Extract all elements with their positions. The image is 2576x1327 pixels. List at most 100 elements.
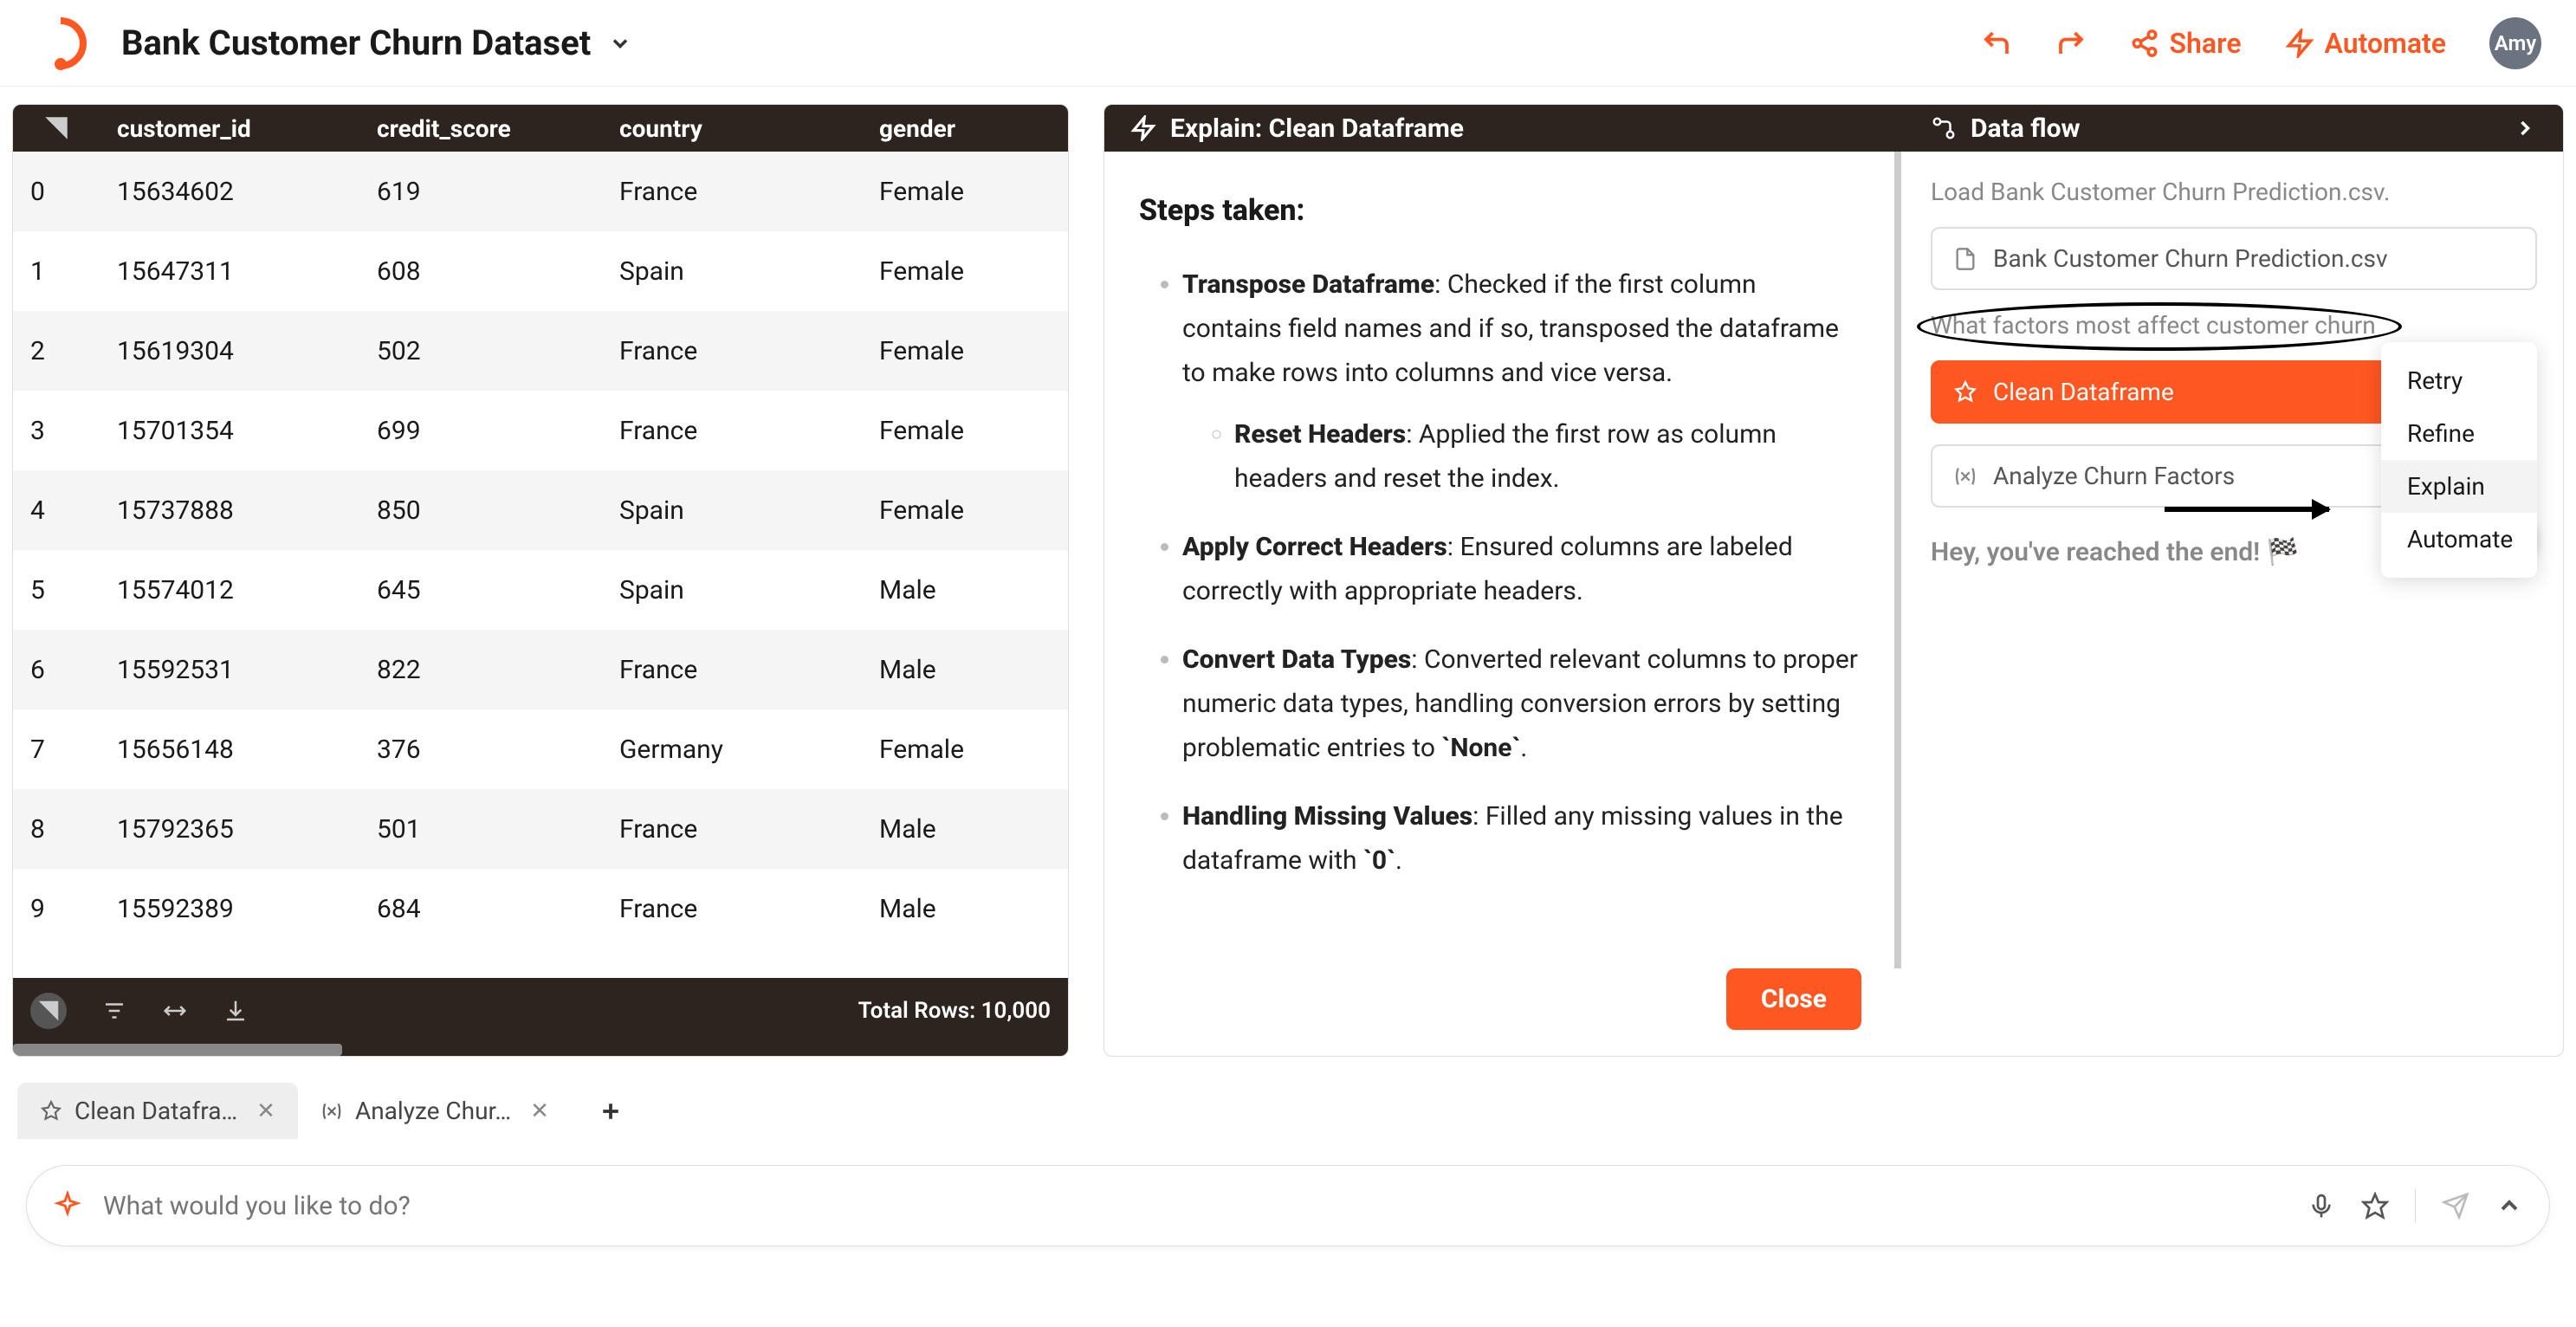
close-button[interactable]: Close [1726, 968, 1861, 1030]
share-button[interactable]: Share [2130, 27, 2242, 60]
col-customer-id[interactable]: customer_id [100, 114, 359, 143]
redo-button[interactable] [2055, 28, 2087, 59]
table-row[interactable]: 0 15634602 619 France Female [13, 152, 1068, 231]
row-index: 9 [13, 894, 100, 924]
tab-clean-dataframe[interactable]: Clean Datafra… ✕ [17, 1083, 298, 1139]
step-item: Handling Missing Values: Filled any miss… [1182, 794, 1860, 883]
tab-label: Clean Datafra… [74, 1097, 237, 1125]
col-gender[interactable]: gender [862, 114, 1068, 143]
tab-bar: Clean Datafra… ✕ Analyze Chur… ✕ [0, 1074, 2576, 1148]
table-body: 0 15634602 619 France Female1 15647311 6… [13, 152, 1068, 978]
context-menu: Retry Refine Explain Automate [2381, 342, 2537, 578]
table-row[interactable]: 2 15619304 502 France Female [13, 311, 1068, 391]
data-table-panel: customer_id credit_score country gender … [12, 104, 1069, 1057]
cell-gender: Male [862, 575, 1068, 605]
app-logo[interactable] [24, 6, 98, 80]
table-row[interactable]: 9 15592389 684 France Male [13, 869, 1068, 948]
variable-icon [1953, 464, 1977, 489]
document-title[interactable]: Bank Customer Churn Dataset [121, 23, 632, 63]
col-country[interactable]: country [602, 114, 862, 143]
table-row[interactable]: 7 15656148 376 Germany Female [13, 709, 1068, 789]
share-label: Share [2170, 27, 2242, 60]
resize-icon[interactable] [162, 998, 188, 1024]
flow-file-chip[interactable]: Bank Customer Churn Prediction.csv [1931, 227, 2537, 290]
annotation-ellipse [1917, 302, 2402, 351]
divider [2415, 1188, 2416, 1223]
cell-gender: Male [862, 655, 1068, 685]
star-icon[interactable] [2361, 1192, 2389, 1220]
explain-title: Explain: Clean Dataframe [1170, 113, 1464, 144]
step-item: Apply Correct Headers: Ensured columns a… [1182, 525, 1860, 613]
undo-button[interactable] [1981, 28, 2012, 59]
bolt-icon [2285, 29, 2314, 58]
table-row[interactable]: 8 15792365 501 France Male [13, 789, 1068, 869]
table-row[interactable]: 5 15574012 645 Spain Male [13, 550, 1068, 630]
automate-button[interactable]: Automate [2285, 27, 2446, 60]
cell-credit-score: 684 [359, 894, 602, 924]
chevron-up-icon[interactable] [2495, 1192, 2523, 1220]
row-index: 5 [13, 575, 100, 605]
cell-credit-score: 501 [359, 814, 602, 845]
cell-gender: Female [862, 177, 1068, 207]
horizontal-scrollbar[interactable] [13, 1044, 1068, 1056]
menu-automate[interactable]: Automate [2381, 513, 2537, 566]
cell-credit-score: 645 [359, 575, 602, 605]
step-item: Transpose Dataframe: Checked if the firs… [1182, 262, 1860, 501]
avatar-initials: Amy [2495, 31, 2537, 55]
cell-country: Spain [602, 575, 862, 605]
title-text: Bank Customer Churn Dataset [121, 23, 591, 63]
avatar[interactable]: Amy [2489, 17, 2541, 69]
filter-icon[interactable] [101, 998, 127, 1024]
table-row[interactable]: 6 15592531 822 France Male [13, 630, 1068, 709]
cell-country: France [602, 814, 862, 845]
row-index: 1 [13, 256, 100, 287]
cell-customer-id: 15592531 [100, 655, 359, 685]
flow-clean-label: Clean Dataframe [1993, 378, 2174, 406]
cell-gender: Male [862, 894, 1068, 924]
flow-load-label: Load Bank Customer Churn Prediction.csv. [1931, 178, 2537, 206]
cell-customer-id: 15737888 [100, 495, 359, 526]
cell-country: Spain [602, 495, 862, 526]
cell-country: France [602, 336, 862, 366]
menu-retry[interactable]: Retry [2381, 354, 2537, 407]
step-item: Convert Data Types: Converted relevant c… [1182, 638, 1860, 770]
table-row[interactable]: 1 15647311 608 Spain Female [13, 231, 1068, 311]
table-row[interactable]: 4 15737888 850 Spain Female [13, 470, 1068, 550]
col-credit-score[interactable]: credit_score [359, 114, 602, 143]
cell-credit-score: 608 [359, 256, 602, 287]
cell-customer-id: 15701354 [100, 416, 359, 446]
close-tab-icon[interactable]: ✕ [256, 1098, 275, 1124]
flow-title: Data flow [1971, 113, 2081, 144]
annotation-arrow [2165, 507, 2329, 512]
row-index: 2 [13, 336, 100, 366]
mic-icon[interactable] [2307, 1192, 2335, 1220]
table-footer: Total Rows: 10,000 [13, 978, 1068, 1044]
menu-explain[interactable]: Explain [2381, 460, 2537, 513]
prompt-input[interactable] [103, 1191, 2307, 1221]
table-corner-icon[interactable] [13, 113, 100, 143]
bolt-icon [1130, 115, 1156, 141]
cell-credit-score: 376 [359, 735, 602, 765]
download-icon[interactable] [223, 998, 249, 1024]
cell-country: France [602, 416, 862, 446]
cell-gender: Female [862, 735, 1068, 765]
cell-customer-id: 15619304 [100, 336, 359, 366]
cell-gender: Female [862, 495, 1068, 526]
tab-analyze-churn[interactable]: Analyze Chur… ✕ [298, 1083, 572, 1139]
menu-refine[interactable]: Refine [2381, 407, 2537, 460]
send-icon[interactable] [2442, 1192, 2469, 1220]
cell-customer-id: 15647311 [100, 256, 359, 287]
table-header-row: customer_id credit_score country gender [13, 105, 1068, 152]
table-row[interactable]: 3 15701354 699 France Female [13, 391, 1068, 470]
table-view-icon[interactable] [30, 993, 67, 1029]
cell-gender: Female [862, 416, 1068, 446]
cell-customer-id: 15792365 [100, 814, 359, 845]
close-tab-icon[interactable]: ✕ [530, 1098, 549, 1124]
cell-country: France [602, 655, 862, 685]
cell-customer-id: 15656148 [100, 735, 359, 765]
chevron-right-icon[interactable] [2513, 116, 2537, 140]
cell-credit-score: 850 [359, 495, 602, 526]
clean-icon [1953, 380, 1977, 405]
share-icon [2130, 29, 2159, 58]
add-tab-icon[interactable] [598, 1098, 624, 1124]
